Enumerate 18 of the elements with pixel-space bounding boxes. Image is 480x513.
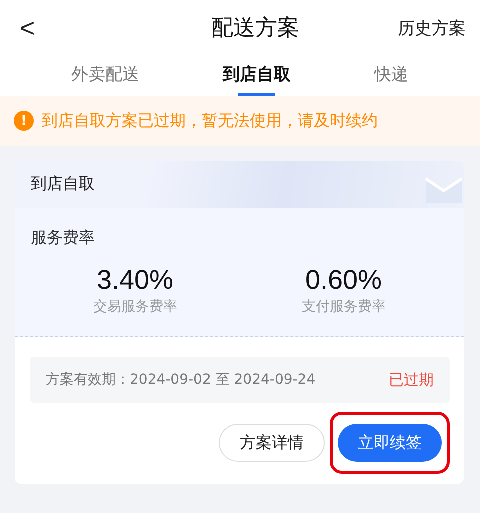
page-title: 配送方案 xyxy=(212,15,300,43)
tab[interactable]: 外卖配送 xyxy=(70,56,142,96)
rate-value: 3.40% xyxy=(96,265,174,296)
rate-label: 交易服务费率 xyxy=(93,298,178,316)
history-link[interactable]: 历史方案 xyxy=(398,16,466,40)
tab[interactable]: 快递 xyxy=(372,56,410,96)
alert-text: 到店自取方案已过期，暂无法使用，请及时续约 xyxy=(42,110,378,132)
renew-button[interactable]: 立即续签 xyxy=(338,424,442,462)
rate-label: 支付服务费率 xyxy=(302,298,386,316)
tab[interactable]: 到店自取 xyxy=(220,56,293,96)
section-title: 服务费率 xyxy=(31,228,96,249)
card-title: 到店自取 xyxy=(31,174,95,195)
validity-status: 已过期 xyxy=(389,370,434,390)
validity-text: 方案有效期：2024-09-02 至 2024-09-24 xyxy=(46,371,316,389)
warning-icon: ! xyxy=(14,111,34,131)
back-button[interactable]: < xyxy=(20,12,36,44)
rate-value: 0.60% xyxy=(305,265,382,296)
details-button[interactable]: 方案详情 xyxy=(219,424,325,462)
